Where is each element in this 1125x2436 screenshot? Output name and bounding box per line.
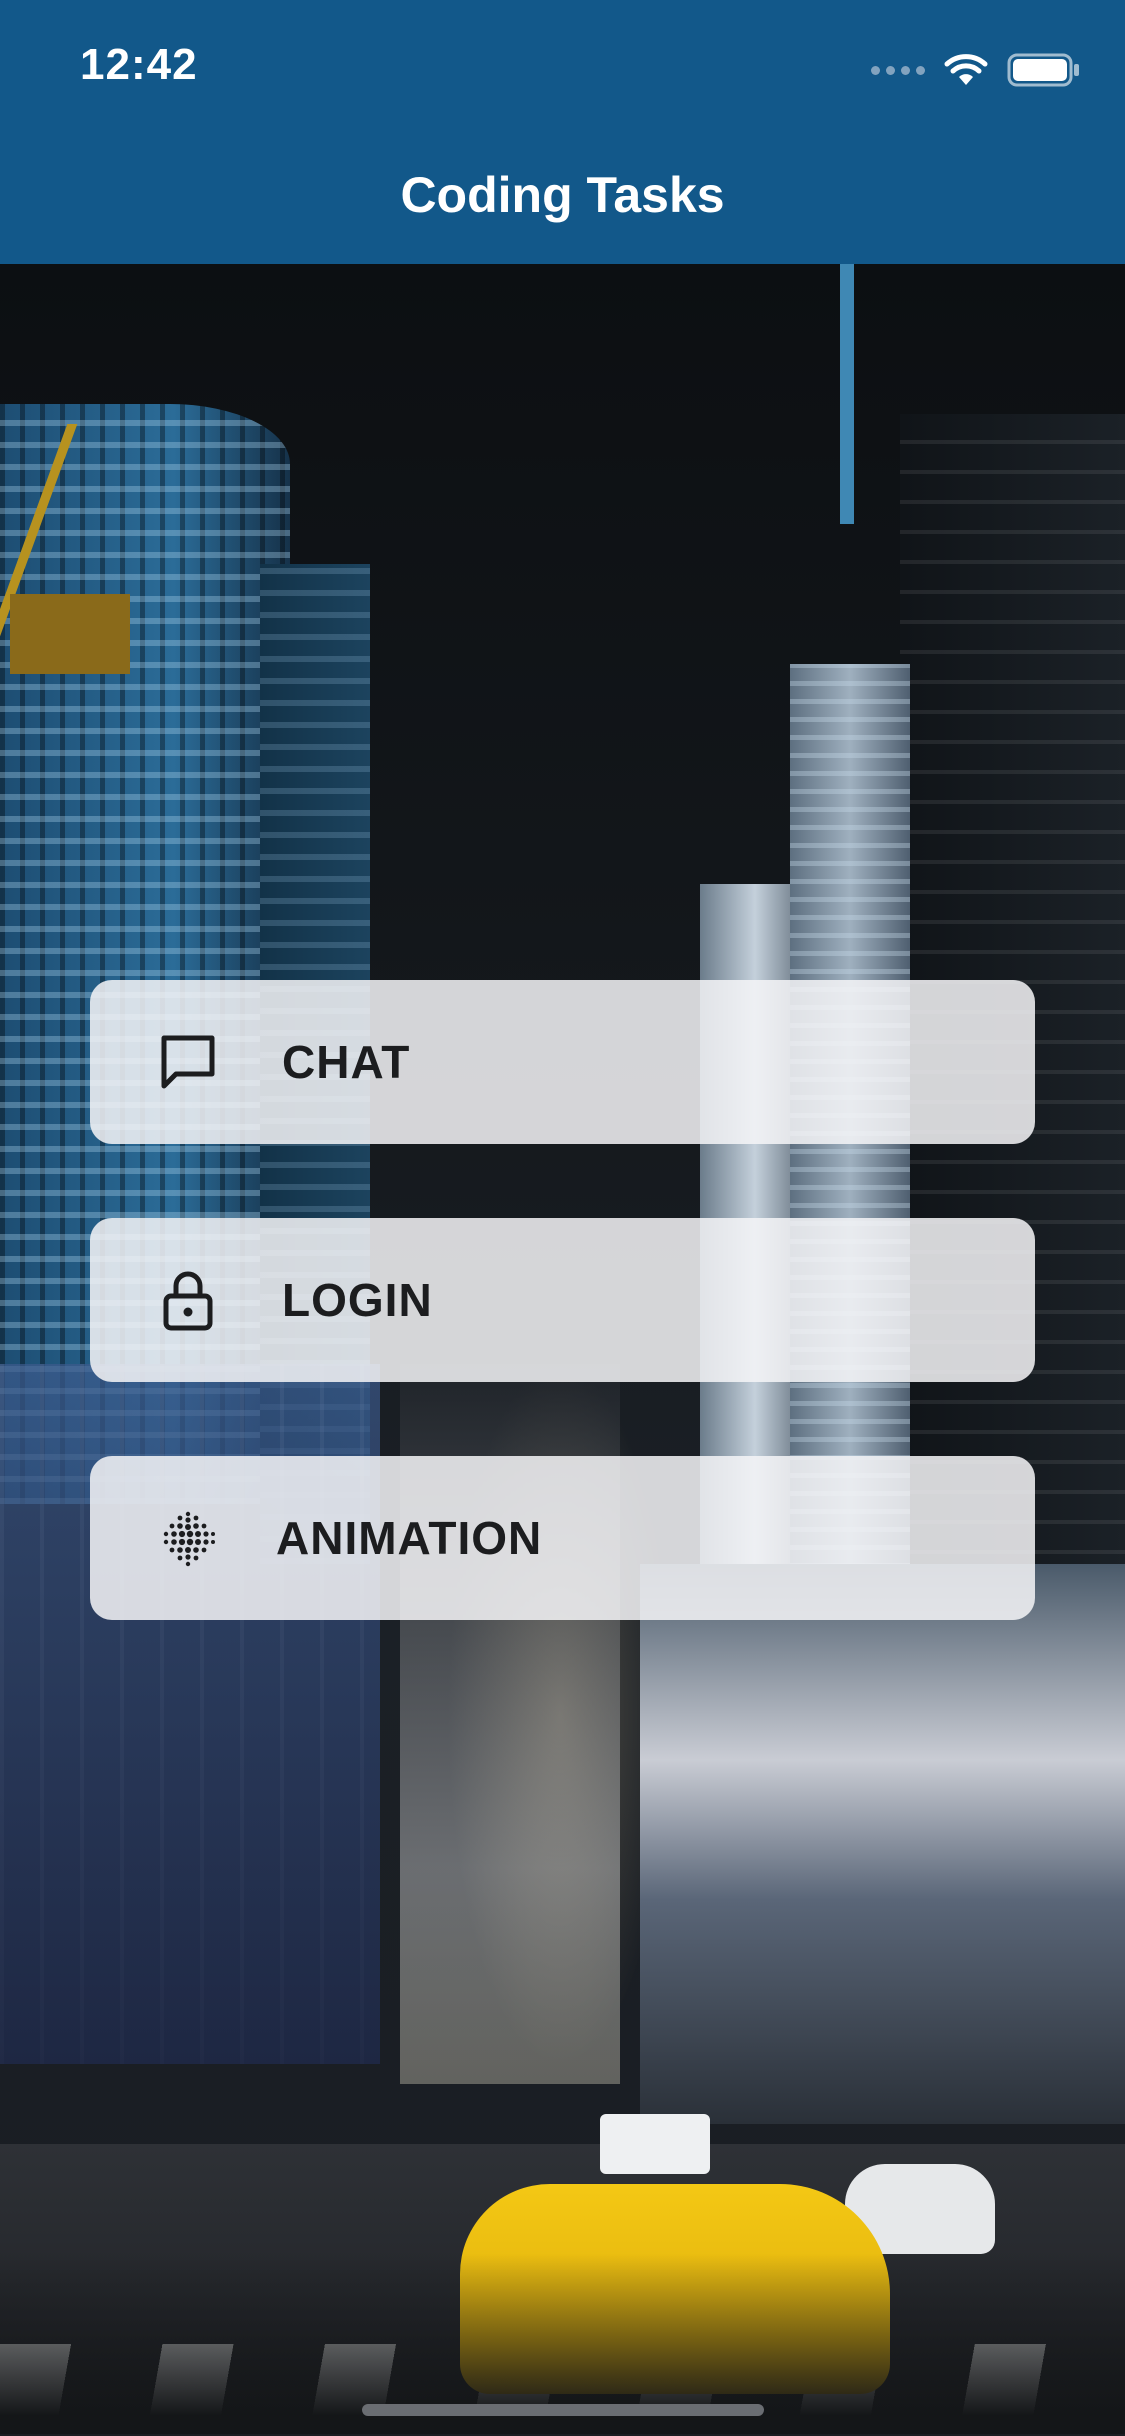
chat-button-label: CHAT xyxy=(282,1036,411,1088)
animation-button[interactable]: ANIMATION xyxy=(90,1456,1035,1620)
taxi-sign xyxy=(600,2114,710,2174)
wifi-icon xyxy=(943,53,989,87)
status-indicators xyxy=(871,48,1081,92)
building xyxy=(840,264,854,524)
status-time: 12:42 xyxy=(80,40,198,89)
home-indicator[interactable] xyxy=(362,2404,764,2416)
login-button[interactable]: LOGIN xyxy=(90,1218,1035,1382)
login-button-label: LOGIN xyxy=(282,1274,433,1326)
chat-button[interactable]: CHAT xyxy=(90,980,1035,1144)
padlock-icon xyxy=(156,1268,220,1332)
animation-button-label: ANIMATION xyxy=(276,1512,543,1564)
crane xyxy=(10,594,130,674)
dot-grid-icon xyxy=(156,1506,220,1570)
chat-bubble-icon xyxy=(156,1030,220,1094)
billboards xyxy=(640,1564,1125,2124)
battery-icon xyxy=(1007,53,1081,87)
task-menu: CHAT LOGIN ANIMATION xyxy=(90,980,1035,1620)
page-title: Coding Tasks xyxy=(400,167,725,223)
app-header: 12:42 Coding Tasks xyxy=(0,0,1125,264)
cellular-signal-icon xyxy=(871,65,925,75)
